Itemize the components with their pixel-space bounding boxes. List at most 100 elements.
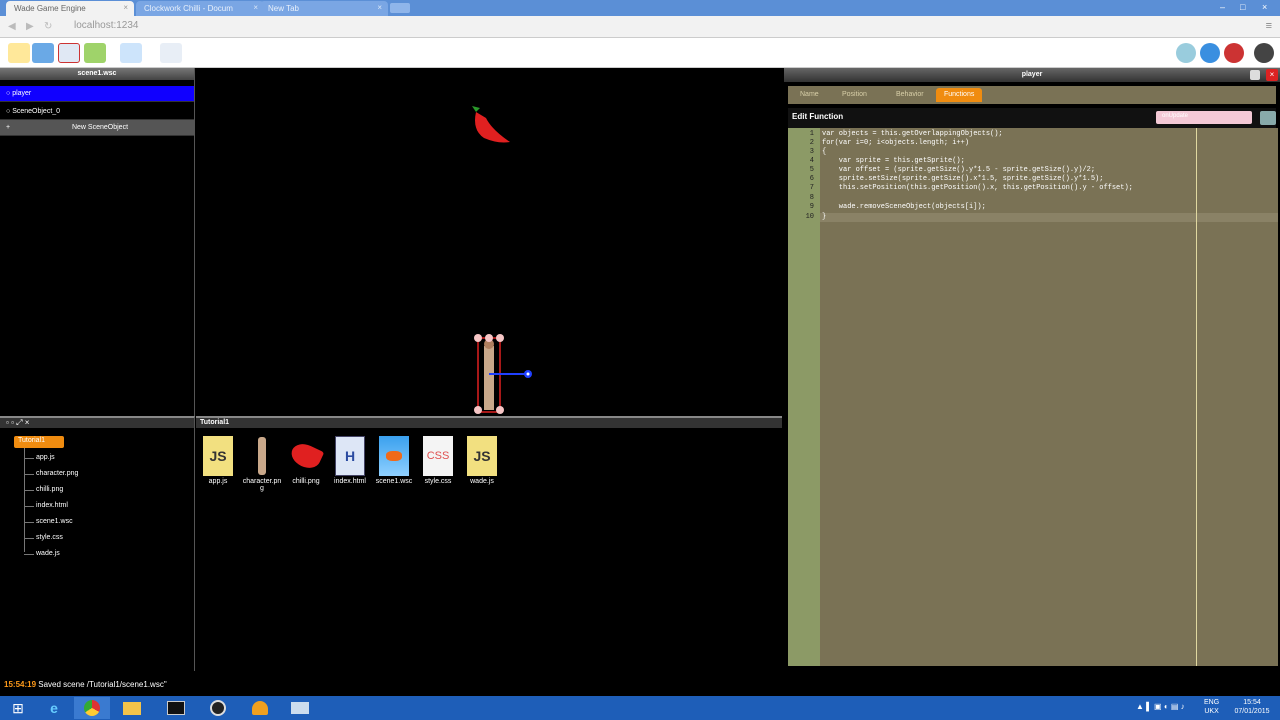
tab-functions[interactable]: Functions xyxy=(936,88,983,102)
tree-item-app-js[interactable]: app.js xyxy=(36,454,55,461)
asset-index-html[interactable]: H index.html xyxy=(330,436,370,485)
language-indicator[interactable]: ENG UKX xyxy=(1204,698,1219,716)
chrome-taskbar-button[interactable] xyxy=(74,697,110,719)
ie-taskbar-button[interactable]: e xyxy=(36,697,72,719)
line-number: 9 xyxy=(809,203,814,211)
move-tool-icon[interactable] xyxy=(120,43,142,63)
asset-chilli-png[interactable]: chilli.png xyxy=(286,436,326,485)
tray-icons[interactable]: ▲ ▌ ▣ ◐ ▤ ♪ xyxy=(1136,702,1185,711)
audio-taskbar-button[interactable] xyxy=(242,697,278,719)
tree-item-scene1-wsc[interactable]: scene1.wsc xyxy=(36,518,73,525)
terminal-taskbar-button[interactable] xyxy=(158,697,194,719)
start-button[interactable]: ⊞ xyxy=(0,697,36,719)
code-line: var objects = this.getOverlappingObjects… xyxy=(822,130,1003,138)
status-bar: 15:54:19 Saved scene /Tutorial1/scene1.w… xyxy=(0,677,784,691)
close-icon[interactable]: × xyxy=(25,418,30,427)
forward-icon[interactable]: ▶ xyxy=(26,21,34,32)
function-options-button[interactable] xyxy=(1260,111,1276,125)
close-window-icon[interactable]: × xyxy=(1262,2,1267,12)
app-taskbar-button[interactable] xyxy=(282,697,318,719)
open-folder-icon[interactable] xyxy=(32,43,54,63)
url-input[interactable]: localhost:1234 xyxy=(74,20,139,31)
power-icon[interactable] xyxy=(1254,43,1274,63)
scene-object-label: player xyxy=(12,90,32,97)
status-time: 15:54:19 xyxy=(4,680,37,689)
player-sprite[interactable] xyxy=(474,334,532,414)
code-line: var sprite = this.getSprite(); xyxy=(822,157,965,165)
asset-label: index.html xyxy=(334,478,366,485)
browser-tab-bar: Wade Game Engine × Clockwork Chilli - Do… xyxy=(0,0,1280,16)
tab-position[interactable]: Position xyxy=(834,88,875,102)
app-toolbar xyxy=(0,38,1280,68)
link-icon[interactable]: ⤢ xyxy=(16,418,22,427)
asset-scene1-wsc[interactable]: scene1.wsc xyxy=(374,436,414,485)
tree-item-index-html[interactable]: index.html xyxy=(36,502,68,509)
minimize-icon[interactable]: – xyxy=(1220,2,1225,12)
browser-tab-0[interactable]: Wade Game Engine × xyxy=(6,1,134,16)
new-tab-button[interactable] xyxy=(390,3,410,13)
tree-root-folder[interactable]: Tutorial1 xyxy=(14,436,64,448)
collapse-icon[interactable]: ▫ xyxy=(6,418,9,427)
tree-item-style-css[interactable]: style.css xyxy=(36,534,63,541)
play-icon[interactable] xyxy=(160,43,182,63)
scene-object-label: SceneObject_0 xyxy=(12,108,61,115)
folder-icon[interactable]: ▫ xyxy=(11,418,14,427)
restore-icon[interactable] xyxy=(1250,70,1260,80)
maximize-icon[interactable]: □ xyxy=(1240,2,1245,12)
line-number: 4 xyxy=(809,157,814,165)
scene-object-sceneobject-0[interactable]: ○ SceneObject_0 xyxy=(0,104,194,120)
asset-label: app.js xyxy=(208,478,228,485)
address-bar: ◀ ▶ ↻ localhost:1234 ≡ xyxy=(0,16,1280,38)
reload-icon[interactable]: ↻ xyxy=(44,21,52,32)
network-icon[interactable] xyxy=(1176,43,1196,63)
status-message: Saved scene /Tutorial1/scene1.wsc" xyxy=(38,680,167,689)
explorer-taskbar-button[interactable] xyxy=(114,697,150,719)
obs-icon xyxy=(210,700,226,716)
code-editor[interactable]: 1 2 3 4 5 6 7 8 9 10 var objects = this.… xyxy=(788,128,1278,666)
asset-style-css[interactable]: CSS style.css xyxy=(418,436,458,485)
close-icon[interactable]: × xyxy=(123,3,128,12)
asset-app-js[interactable]: JS app.js xyxy=(198,436,238,485)
scene-object-player[interactable]: ○ player xyxy=(0,86,194,102)
scene-canvas[interactable] xyxy=(196,68,782,414)
chilli-sprite[interactable] xyxy=(472,106,510,143)
import-icon[interactable] xyxy=(84,43,106,63)
tab-behavior[interactable]: Behavior xyxy=(888,88,932,102)
tree-item-wade-js[interactable]: wade.js xyxy=(36,550,60,557)
terminal-icon xyxy=(167,701,185,715)
tree-toolbar: ▫ ▫ ⤢ × xyxy=(0,418,194,428)
tree-branch xyxy=(24,554,34,555)
asset-label: wade.js xyxy=(470,478,494,485)
obs-taskbar-button[interactable] xyxy=(200,697,236,719)
tree-item-character-png[interactable]: character.png xyxy=(36,470,78,477)
css-file-icon: CSS xyxy=(423,436,453,476)
editor-tabs: Name Position Behavior Functions xyxy=(788,86,1276,104)
back-icon[interactable]: ◀ xyxy=(8,21,16,32)
new-file-icon[interactable] xyxy=(8,43,30,63)
asset-wade-js[interactable]: JS wade.js xyxy=(462,436,502,485)
clock[interactable]: 15:54 07/01/2015 xyxy=(1230,698,1274,716)
menu-icon[interactable]: ≡ xyxy=(1266,20,1272,32)
new-sceneobject-button[interactable]: + New SceneObject xyxy=(0,120,194,136)
tree-branch xyxy=(24,538,34,539)
scene-panel: scene1.wsc ○ player ○ SceneObject_0 + Ne… xyxy=(0,68,195,416)
browser-tab-2[interactable]: New Tab × xyxy=(260,1,388,16)
browser-tab-1[interactable]: Clockwork Chilli - Docum × xyxy=(136,1,264,16)
tab-name[interactable]: Name xyxy=(792,88,827,102)
tree-item-chilli-png[interactable]: chilli.png xyxy=(36,486,63,493)
function-select[interactable]: onUpdate xyxy=(1156,111,1252,124)
chrome-icon xyxy=(84,700,100,716)
close-icon[interactable]: × xyxy=(253,3,258,12)
avatar[interactable] xyxy=(1224,43,1244,63)
asset-character-png[interactable]: character.pn g xyxy=(242,436,282,492)
window-icon xyxy=(291,702,309,714)
close-icon[interactable]: × xyxy=(377,3,382,12)
asset-label: chilli.png xyxy=(292,478,320,485)
save-icon[interactable] xyxy=(58,43,80,63)
chilli-thumbnail xyxy=(287,436,325,476)
folder-icon xyxy=(123,701,141,715)
help-icon[interactable] xyxy=(1200,43,1220,63)
new-sceneobject-label: New SceneObject xyxy=(71,124,129,131)
tree-branch xyxy=(24,474,34,475)
close-icon[interactable]: × xyxy=(1266,69,1278,81)
